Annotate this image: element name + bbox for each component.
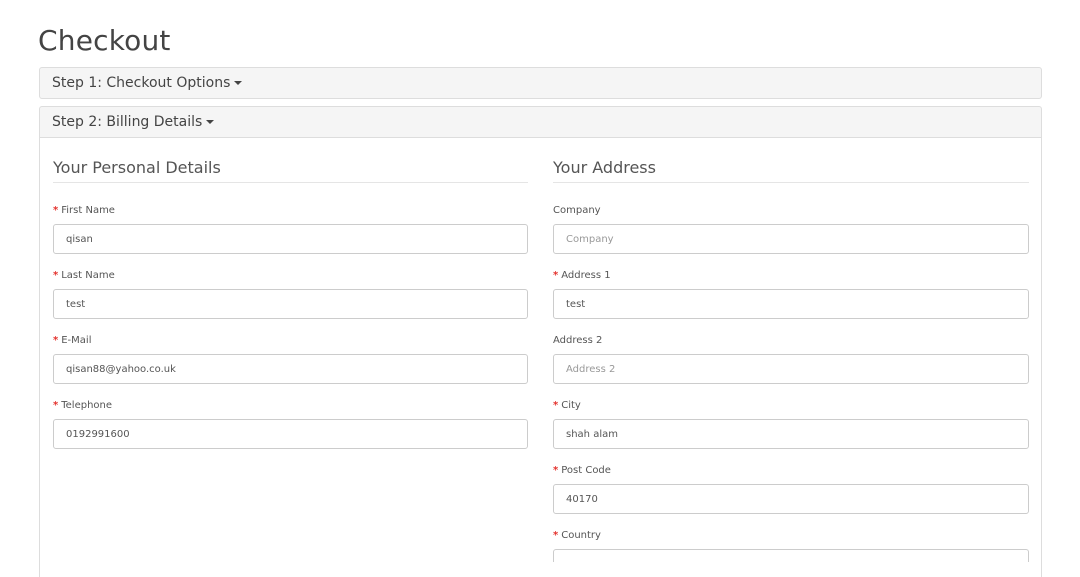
city-label-text: City <box>561 400 581 411</box>
page-title: Checkout <box>38 24 171 57</box>
required-marker: * <box>553 530 559 541</box>
required-marker: * <box>553 400 559 411</box>
last-name-label-text: Last Name <box>61 270 115 281</box>
step2-billing-details-heading[interactable]: Step 2: Billing Details <box>39 106 1042 138</box>
city-input[interactable] <box>553 419 1029 449</box>
required-marker: * <box>53 205 59 216</box>
address1-label: * Address 1 <box>553 270 611 282</box>
telephone-label-text: Telephone <box>61 400 113 411</box>
address2-label: Address 2 <box>553 335 602 347</box>
email-input[interactable] <box>53 354 528 384</box>
company-label-text: Company <box>553 205 601 216</box>
postcode-label: * Post Code <box>553 465 611 477</box>
address2-label-text: Address 2 <box>553 335 603 346</box>
email-label-text: E-Mail <box>61 335 92 346</box>
telephone-input[interactable] <box>53 419 528 449</box>
caret-down-icon <box>234 81 243 85</box>
required-marker: * <box>53 400 59 411</box>
email-label: * E-Mail <box>53 335 91 347</box>
required-marker: * <box>53 270 59 281</box>
telephone-label: * Telephone <box>53 400 112 412</box>
required-marker: * <box>553 465 559 476</box>
postcode-input[interactable] <box>553 484 1029 514</box>
first-name-input[interactable] <box>53 224 528 254</box>
first-name-label-text: First Name <box>61 205 115 216</box>
address1-input[interactable] <box>553 289 1029 319</box>
last-name-label: * Last Name <box>53 270 115 282</box>
city-label: * City <box>553 400 581 412</box>
caret-down-icon <box>206 120 215 124</box>
country-label: * Country <box>553 530 601 542</box>
first-name-label: * First Name <box>53 205 115 217</box>
required-marker: * <box>553 270 559 281</box>
step2-label: Step 2: Billing Details <box>52 114 203 130</box>
address1-label-text: Address 1 <box>561 270 611 281</box>
step1-label: Step 1: Checkout Options <box>52 75 231 91</box>
personal-details-legend: Your Personal Details <box>53 158 528 183</box>
country-select[interactable] <box>553 549 1029 562</box>
address-legend: Your Address <box>553 158 1029 183</box>
step1-checkout-options-heading[interactable]: Step 1: Checkout Options <box>39 67 1042 99</box>
address2-input[interactable] <box>553 354 1029 384</box>
required-marker: * <box>53 335 59 346</box>
country-label-text: Country <box>561 530 601 541</box>
company-input[interactable] <box>553 224 1029 254</box>
last-name-input[interactable] <box>53 289 528 319</box>
postcode-label-text: Post Code <box>561 465 611 476</box>
company-label: Company <box>553 205 601 217</box>
